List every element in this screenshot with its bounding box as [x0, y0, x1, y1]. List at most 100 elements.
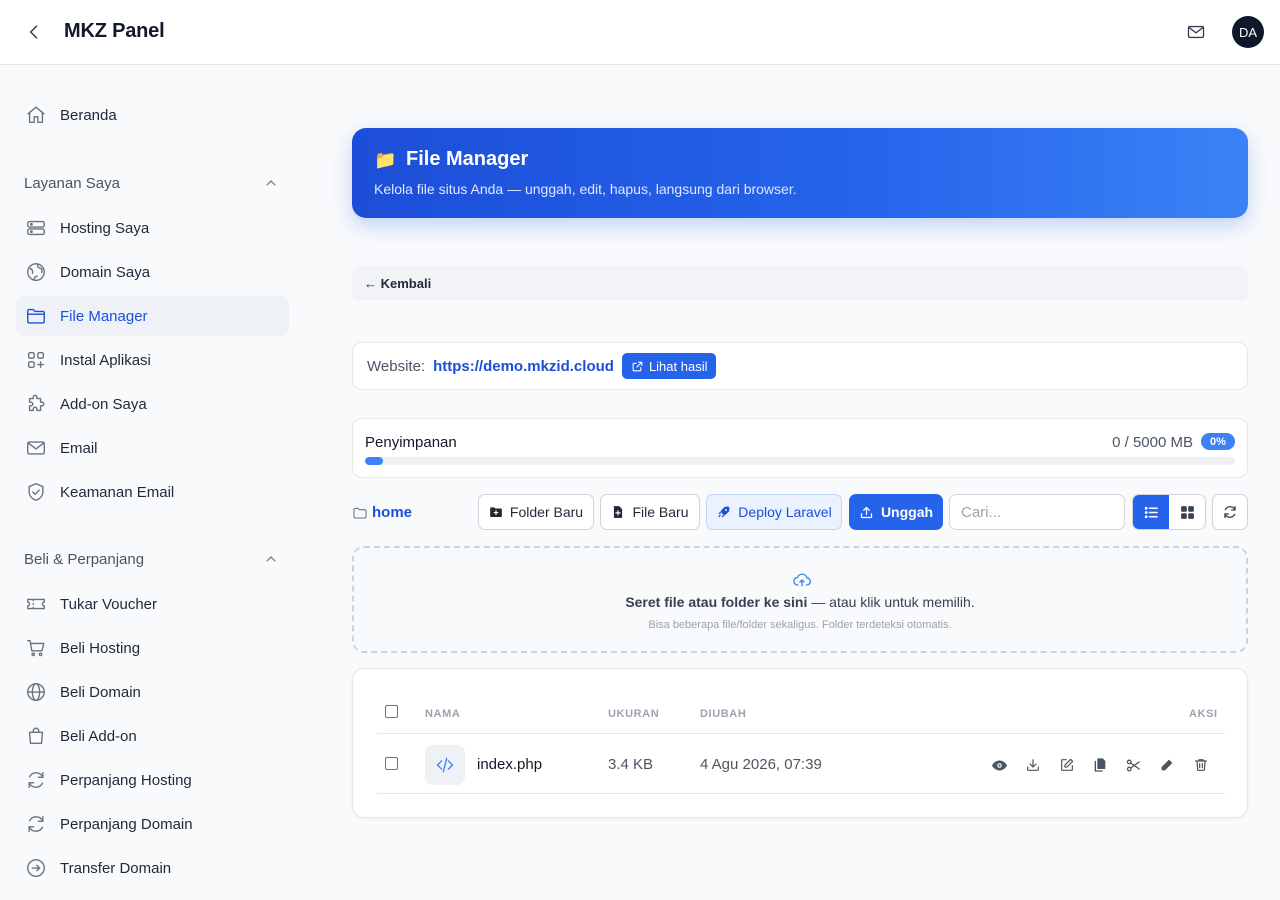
divider [377, 733, 1225, 734]
grid-view-button[interactable] [1169, 495, 1205, 529]
code-file-icon [425, 745, 465, 785]
refresh-button[interactable] [1212, 494, 1248, 530]
storage-usage: 0 / 5000 MB [1112, 434, 1193, 451]
folder-plus-icon [490, 507, 502, 517]
refresh-icon [24, 812, 48, 836]
rocket-icon [718, 506, 730, 517]
sidebar-item-domain-saya[interactable]: Domain Saya [16, 252, 289, 292]
sidebar-item-perpanjang-domain[interactable]: Perpanjang Domain [16, 804, 289, 844]
puzzle-icon [24, 392, 48, 416]
new-folder-button[interactable]: Folder Baru [478, 494, 594, 530]
sidebar-item-label: File Manager [60, 307, 148, 325]
sidebar-item-tukar-voucher[interactable]: Tukar Voucher [16, 584, 289, 624]
column-header-size: UKURAN [608, 708, 660, 720]
search-input[interactable] [949, 494, 1125, 530]
sidebar-item-label: Beli Add-on [60, 727, 137, 745]
copy-icon[interactable] [1090, 755, 1110, 775]
section-beli-perpanjang[interactable]: Beli & Perpanjang [24, 547, 279, 571]
list-view-button[interactable] [1133, 495, 1169, 529]
rename-icon[interactable] [1157, 755, 1177, 775]
section-layanan-saya[interactable]: Layanan Saya [24, 171, 279, 195]
sidebar-item-label: Beli Hosting [60, 639, 141, 657]
back-arrow-icon[interactable] [22, 20, 46, 44]
sidebar-item-keamanan-email[interactable]: Keamanan Email [16, 472, 289, 512]
external-link-icon [632, 361, 643, 371]
bag-icon [24, 724, 48, 748]
sidebar-item-add-on-saya[interactable]: Add-on Saya [16, 384, 289, 424]
upload-dropzone[interactable]: Seret file atau folder ke sini — atau kl… [352, 546, 1248, 653]
sidebar-item-beli-domain[interactable]: Beli Domain [16, 672, 289, 712]
column-header-actions: AKSI [1189, 708, 1218, 720]
sidebar-item-transfer-domain[interactable]: Transfer Domain [16, 848, 289, 888]
upload-button[interactable]: Unggah [849, 494, 943, 530]
section-label: Layanan Saya [24, 174, 120, 192]
refresh-icon [24, 768, 48, 792]
sidebar-item-beli-hosting[interactable]: Beli Hosting [16, 628, 289, 668]
select-all-checkbox[interactable] [385, 705, 398, 718]
website-url-link[interactable]: https://demo.mkzid.cloud [433, 358, 614, 375]
new-file-button[interactable]: File Baru [600, 494, 700, 530]
upload-label: Unggah [880, 504, 934, 520]
sidebar-item-perpanjang-hosting[interactable]: Perpanjang Hosting [16, 760, 289, 800]
breadcrumb-path[interactable]: home [352, 504, 412, 521]
shield-icon [24, 480, 48, 504]
server-icon [24, 216, 48, 240]
sidebar-item-beranda[interactable]: Beranda [16, 95, 289, 135]
arrow-circle-icon [24, 856, 48, 880]
trash-icon[interactable] [1191, 755, 1211, 775]
column-header-modified: DIUBAH [700, 708, 747, 720]
new-folder-label: Folder Baru [509, 504, 584, 520]
edit-icon[interactable] [1057, 755, 1077, 775]
sidebar-item-label: Instal Aplikasi [60, 351, 151, 369]
file-name[interactable]: index.php [477, 756, 542, 773]
cloud-upload-icon [792, 570, 812, 590]
dropzone-instruction: Seret file atau folder ke sini — atau kl… [354, 594, 1246, 610]
sidebar-item-instal-aplikasi[interactable]: Instal Aplikasi [16, 340, 289, 380]
website-label: Website: [367, 357, 426, 375]
sidebar: Beranda Layanan Saya Hosting Saya Domain… [0, 65, 305, 900]
sidebar-item-label: Hosting Saya [60, 219, 150, 237]
download-icon[interactable] [1023, 755, 1043, 775]
avatar[interactable]: DA [1232, 16, 1264, 48]
dropzone-instruction-rest: — atau klik untuk memilih. [807, 594, 975, 610]
dropzone-instruction-bold: Seret file atau folder ke sini [625, 594, 808, 610]
back-link[interactable]: ← Kembali [352, 266, 1248, 300]
page-title: File Manager [406, 148, 529, 170]
file-table: NAMA UKURAN DIUBAH AKSI index.php 3.4 KB… [352, 668, 1248, 818]
deploy-laravel-button[interactable]: Deploy Laravel [706, 494, 842, 530]
sidebar-item-label: Perpanjang Domain [60, 815, 193, 833]
sidebar-item-label: Perpanjang Hosting [60, 771, 192, 789]
grid-icon [1180, 505, 1194, 519]
row-checkbox[interactable] [385, 757, 398, 770]
apps-icon [24, 348, 48, 372]
sidebar-item-beli-add-on[interactable]: Beli Add-on [16, 716, 289, 756]
mail-icon [24, 436, 48, 460]
storage-percent-badge: 0% [1201, 433, 1235, 450]
storage-progress-bar [365, 457, 1235, 465]
view-result-button[interactable]: Lihat hasil [621, 353, 717, 379]
sidebar-item-file-manager[interactable]: File Manager [16, 296, 289, 336]
storage-label: Penyimpanan [365, 434, 457, 451]
view-icon[interactable] [989, 755, 1009, 775]
chevron-up-icon [263, 175, 279, 191]
list-icon [1144, 506, 1158, 518]
sidebar-item-label: Tukar Voucher [60, 595, 157, 613]
file-size: 3.4 KB [608, 756, 654, 773]
cart-icon [24, 636, 48, 660]
sidebar-item-hosting-saya[interactable]: Hosting Saya [16, 208, 289, 248]
chevron-up-icon [263, 551, 279, 567]
new-file-label: File Baru [632, 504, 689, 520]
dropzone-hint: Bisa beberapa file/folder sekaligus. Fol… [648, 619, 952, 631]
sidebar-item-label: Beli Domain [60, 683, 141, 701]
divider [377, 793, 1225, 794]
mail-icon[interactable] [1184, 20, 1208, 44]
app-title: MKZ Panel [64, 20, 165, 42]
sidebar-item-label: Add-on Saya [60, 395, 147, 413]
sidebar-item-label: Keamanan Email [60, 483, 175, 501]
home-icon [24, 103, 48, 127]
ticket-icon [24, 592, 48, 616]
sidebar-item-email[interactable]: Email [16, 428, 289, 468]
cut-icon[interactable] [1123, 755, 1143, 775]
globe-icon [24, 260, 48, 284]
storage-card: Penyimpanan 0 / 5000 MB 0% [352, 418, 1248, 478]
